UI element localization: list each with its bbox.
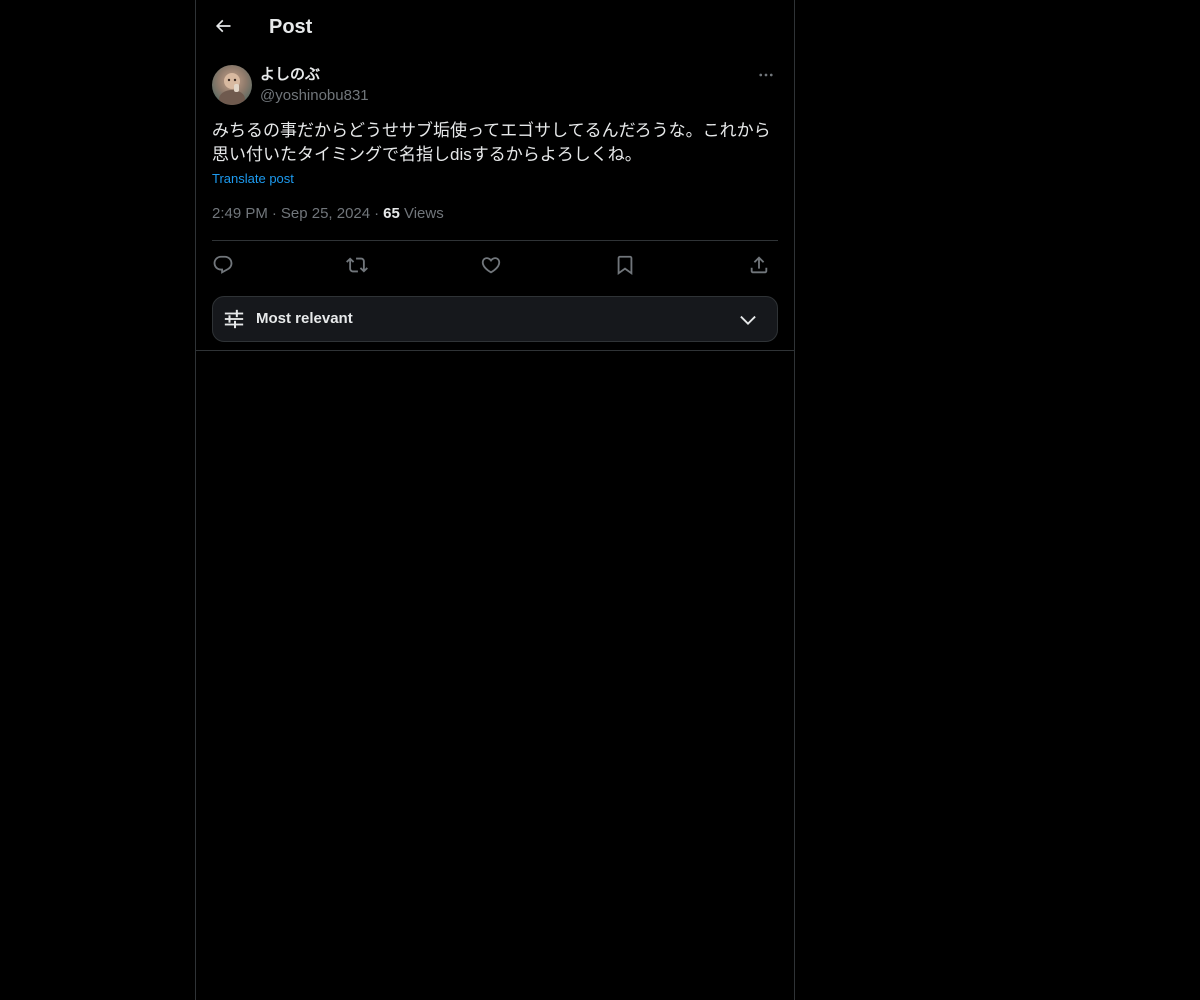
chevron-down-icon — [737, 309, 759, 331]
more-options-button[interactable] — [754, 63, 778, 87]
post-author: よしのぶ @yoshinobu831 — [212, 63, 778, 109]
translate-post-link[interactable]: Translate post — [212, 170, 294, 188]
sort-label: Most relevant — [256, 310, 353, 327]
post-date[interactable]: Sep 25, 2024 — [281, 205, 370, 222]
author-display-name[interactable]: よしのぶ — [260, 65, 320, 85]
post-time[interactable]: 2:49 PM — [212, 205, 268, 222]
meta-separator: · — [271, 205, 277, 222]
more-horizontal-icon — [757, 66, 775, 84]
reply-icon — [212, 254, 234, 276]
post-text: みちるの事だからどうせサブ垢使ってエゴサしてるんだろうな。これから 思い付いたタ… — [212, 121, 771, 164]
heart-icon — [480, 254, 502, 276]
avatar[interactable] — [212, 65, 252, 105]
divider — [212, 240, 778, 241]
like-button[interactable] — [475, 249, 507, 281]
divider — [196, 350, 794, 351]
replies-sort-dropdown[interactable]: Most relevant — [212, 296, 778, 342]
meta-separator: · — [374, 205, 380, 222]
sliders-icon — [223, 308, 245, 330]
repost-icon — [346, 254, 368, 276]
author-handle[interactable]: @yoshinobu831 — [260, 86, 369, 106]
bookmark-icon — [614, 254, 636, 276]
views-label: Views — [403, 205, 444, 222]
post-meta: 2:49 PM · Sep 25, 2024 · 65 Views — [212, 204, 444, 224]
repost-button[interactable] — [341, 249, 373, 281]
back-button[interactable] — [206, 9, 240, 43]
bookmark-button[interactable] — [609, 249, 641, 281]
post-actions — [212, 249, 778, 281]
share-icon — [748, 254, 770, 276]
reply-button[interactable] — [207, 249, 239, 281]
page-header: Post — [196, 0, 794, 53]
arrow-left-icon — [213, 16, 233, 36]
views-count: 65 — [383, 205, 400, 222]
share-button[interactable] — [743, 249, 775, 281]
timeline-column: Post よしのぶ @yoshinobu831 みちるの事だからどうせサブ垢使っ… — [195, 0, 795, 1000]
page-title: Post — [269, 16, 313, 38]
